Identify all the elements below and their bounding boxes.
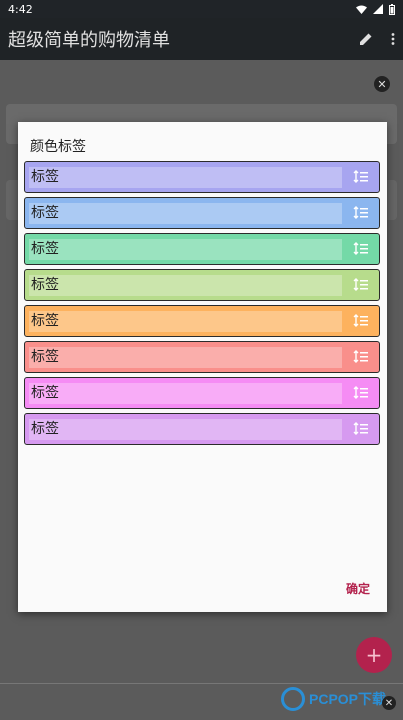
drag-handle-icon[interactable]: [353, 422, 369, 436]
color-tag-row[interactable]: 标签: [24, 413, 380, 445]
ok-button[interactable]: 确定: [346, 580, 370, 597]
dialog-title: 颜色标签: [30, 139, 86, 155]
color-tag-row[interactable]: 标签: [24, 161, 380, 193]
add-button[interactable]: +: [356, 637, 392, 673]
close-icon[interactable]: ✕: [374, 76, 390, 92]
app-title: 超级简单的购物清单: [8, 30, 170, 51]
color-tags-dialog: 颜色标签 标签 标签 标签 标签 标签 标签 标签 标签 确定: [18, 122, 387, 612]
tag-label-input[interactable]: 标签: [29, 419, 342, 440]
tag-label-input[interactable]: 标签: [29, 239, 342, 260]
battery-icon: [389, 3, 395, 15]
color-tag-row[interactable]: 标签: [24, 341, 380, 373]
drag-handle-icon[interactable]: [353, 350, 369, 364]
color-tag-row[interactable]: 标签: [24, 377, 380, 409]
color-tag-row[interactable]: 标签: [24, 233, 380, 265]
drag-handle-icon[interactable]: [353, 278, 369, 292]
color-tag-row[interactable]: 标签: [24, 269, 380, 301]
drag-handle-icon[interactable]: [353, 242, 369, 256]
tag-label-input[interactable]: 标签: [29, 167, 342, 188]
tag-label-input[interactable]: 标签: [29, 203, 342, 224]
watermark: PCPOP下载: [281, 687, 386, 711]
more-vert-icon[interactable]: [391, 33, 395, 45]
edit-icon[interactable]: [359, 32, 373, 46]
status-bar: 4:42: [0, 0, 403, 18]
cell-signal-icon: [373, 4, 383, 14]
watermark-text: PCPOP下载: [309, 691, 387, 707]
app-bar: 超级简单的购物清单: [0, 18, 403, 60]
tag-label-input[interactable]: 标签: [29, 311, 342, 332]
watermark-logo-icon: [281, 687, 305, 711]
close-icon[interactable]: ✕: [382, 696, 396, 710]
tag-label-input[interactable]: 标签: [29, 383, 342, 404]
drag-handle-icon[interactable]: [353, 206, 369, 220]
drag-handle-icon[interactable]: [353, 314, 369, 328]
divider: [0, 683, 403, 684]
status-icons: [356, 3, 395, 15]
wifi-icon: [356, 5, 367, 14]
drag-handle-icon[interactable]: [353, 386, 369, 400]
status-time: 4:42: [8, 2, 33, 16]
drag-handle-icon[interactable]: [353, 170, 369, 184]
color-tag-row[interactable]: 标签: [24, 197, 380, 229]
color-tag-row[interactable]: 标签: [24, 305, 380, 337]
tag-label-input[interactable]: 标签: [29, 347, 342, 368]
tag-label-input[interactable]: 标签: [29, 275, 342, 296]
